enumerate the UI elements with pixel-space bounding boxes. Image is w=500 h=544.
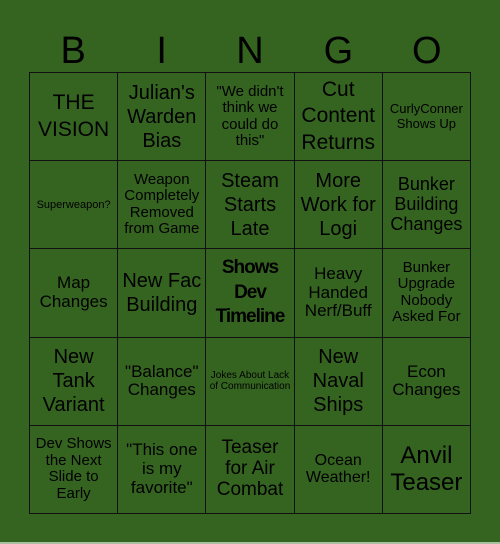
- header-letter-i: I: [156, 30, 167, 72]
- bingo-cell[interactable]: Map Changes: [30, 249, 119, 338]
- bingo-cell[interactable]: Bunker Building Changes: [382, 161, 471, 250]
- bingo-cell[interactable]: CurlyConner Shows Up: [382, 73, 471, 162]
- header-letter-n: N: [236, 30, 264, 72]
- bingo-cell[interactable]: Jokes About Lack of Communication: [206, 337, 295, 426]
- bingo-cell[interactable]: "This one is my favorite": [118, 425, 207, 514]
- header-letter-o: O: [412, 30, 442, 72]
- bingo-cell[interactable]: Ocean Weather!: [294, 425, 383, 514]
- bingo-cell[interactable]: THE VISION: [30, 73, 119, 162]
- bingo-cell[interactable]: "Balance" Changes: [118, 337, 207, 426]
- bingo-cell[interactable]: "We didn't think we could do this": [206, 73, 295, 162]
- bingo-cell[interactable]: Julian's Warden Bias: [118, 73, 207, 162]
- bingo-grid: THE VISION Julian's Warden Bias "We didn…: [29, 72, 471, 514]
- bingo-cell[interactable]: Econ Changes: [382, 337, 471, 426]
- bingo-cell[interactable]: Anvil Teaser: [382, 425, 471, 514]
- bingo-cell[interactable]: Superweapon?: [30, 161, 119, 250]
- header-letter-b: B: [60, 30, 86, 72]
- header-letter-g: G: [323, 30, 354, 72]
- bingo-cell[interactable]: Dev Shows the Next Slide to Early: [30, 425, 119, 514]
- bingo-cell[interactable]: Teaser for Air Combat: [206, 425, 295, 514]
- bingo-cell[interactable]: Steam Starts Late: [206, 161, 295, 250]
- free-space-cell[interactable]: Shows Dev Timeline: [206, 249, 295, 338]
- bingo-cell[interactable]: New Naval Ships: [294, 337, 383, 426]
- bingo-cell[interactable]: Weapon Completely Removed from Game: [118, 161, 207, 250]
- bingo-cell[interactable]: Heavy Handed Nerf/Buff: [294, 249, 383, 338]
- bingo-cell[interactable]: New Fac Building: [118, 249, 207, 338]
- bingo-cell[interactable]: Bunker Upgrade Nobody Asked For: [382, 249, 471, 338]
- bingo-cell[interactable]: New Tank Variant: [30, 337, 119, 426]
- bingo-cell[interactable]: Cut Content Returns: [294, 73, 383, 162]
- bingo-header: B I N G O: [29, 30, 471, 72]
- bingo-cell[interactable]: More Work for Logi: [294, 161, 383, 250]
